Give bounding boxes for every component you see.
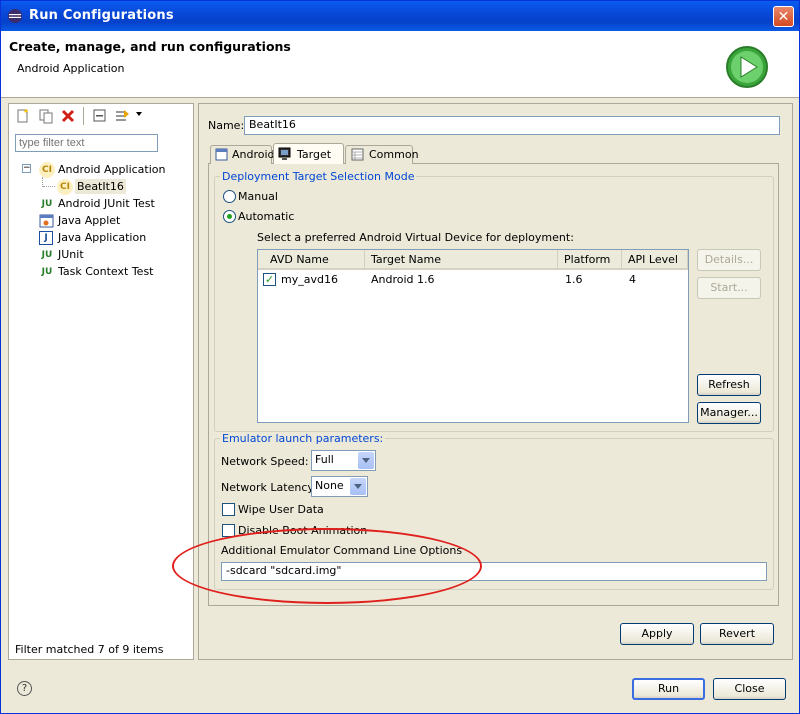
disable-boot-animation-label: Disable Boot Animation [238,524,368,537]
filter-input[interactable] [15,134,158,152]
name-label: Name: [208,119,245,132]
chevron-down-icon [350,478,366,495]
name-field[interactable]: BeatIt16 [244,116,780,135]
manager-button[interactable]: Manager... [697,402,761,424]
tree-item-label: Android JUnit Test [58,197,155,210]
column-header-avd-name[interactable]: AVD Name [258,250,365,270]
column-header-api-level[interactable]: API Level [622,250,688,270]
common-tab-icon [351,148,364,161]
network-speed-label: Network Speed: [221,455,309,468]
java-applet-icon [39,214,54,228]
filter-icon[interactable] [115,108,131,124]
revert-button[interactable]: Revert [700,623,774,645]
tree-item-label: Java Application [58,231,147,244]
platform-cell: 1.6 [565,273,583,286]
filter-status: Filter matched 7 of 9 items [15,643,164,656]
emulator-group-label: Emulator launch parameters: [220,432,386,445]
target-tab-icon [278,147,291,160]
android-tab-icon [215,148,228,161]
help-icon[interactable]: ? [17,681,32,696]
refresh-button[interactable]: Refresh [697,374,761,396]
tab-label: Target [297,148,332,161]
wipe-user-data-label: Wipe User Data [238,503,324,516]
details-button[interactable]: Details... [697,249,761,271]
tree-line [43,186,55,188]
avd-row-checkbox[interactable]: ✓ [263,273,276,286]
column-header-target-name[interactable]: Target Name [365,250,558,270]
avd-name-cell: my_avd16 [281,273,338,286]
filter-dropdown-icon[interactable] [136,112,142,116]
manual-radio[interactable] [223,190,236,203]
tree-item-label: Task Context Test [58,265,154,278]
network-latency-select[interactable]: None [311,476,368,497]
eclipse-icon [8,9,22,23]
network-latency-label: Network Latency: [221,481,317,494]
column-header-platform[interactable]: Platform [558,250,622,270]
delete-icon[interactable] [60,108,76,124]
tab-android[interactable]: Android [210,145,275,164]
tree-collapse-toggle[interactable]: − [22,164,31,173]
tab-label: Common [369,148,419,161]
duplicate-icon[interactable] [38,108,54,124]
target-name-cell: Android 1.6 [371,273,435,286]
api-level-cell: 4 [629,273,636,286]
junit-icon: JU [41,199,53,209]
tree-item-label: Android Application [58,163,166,176]
deployment-group-label: Deployment Target Selection Mode [220,170,417,183]
java-application-icon: J [39,231,53,245]
tree-item-label: JUnit [58,248,84,261]
junit-icon: JU [41,267,53,277]
network-speed-select[interactable]: Full [311,450,376,471]
apply-button[interactable]: Apply [620,623,694,645]
avd-table: AVD Name Target Name Platform API Level … [257,249,689,423]
tab-common[interactable]: Common [345,145,419,164]
toolbar-separator [83,107,84,125]
tree-item-label: Java Applet [58,214,121,227]
automatic-label: Automatic [238,210,295,223]
automatic-radio[interactable] [223,210,236,223]
manual-label: Manual [238,190,278,203]
android-config-icon: CI [39,162,55,178]
run-button[interactable]: Run [632,678,705,700]
disable-boot-animation-checkbox[interactable] [222,524,235,537]
dialog-header: Create, manage, and run configurations A… [1,31,799,98]
command-line-options-label: Additional Emulator Command Line Options [221,544,463,557]
command-line-options-field[interactable]: -sdcard "sdcard.img" [221,562,767,581]
tab-label: Android [232,148,275,161]
window-title: Run Configurations [29,8,174,23]
collapse-all-icon[interactable] [92,108,108,124]
wipe-user-data-checkbox[interactable] [222,503,235,516]
select-avd-label: Select a preferred Android Virtual Devic… [257,231,574,244]
start-button[interactable]: Start... [697,277,761,299]
header-title: Create, manage, and run configurations [9,39,291,54]
network-speed-value: Full [315,453,334,466]
close-button[interactable]: Close [713,678,786,700]
android-config-icon: CI [57,179,73,195]
junit-icon: JU [41,250,53,260]
network-latency-value: None [315,479,344,492]
title-bar: Run Configurations ✕ [1,1,799,31]
run-large-icon [726,46,768,88]
close-window-button[interactable]: ✕ [773,6,794,27]
new-configuration-icon[interactable] [15,108,31,124]
chevron-down-icon [358,452,374,469]
tree-item-label-selected: BeatIt16 [75,179,126,194]
run-configurations-dialog: Run Configurations ✕ Create, manage, and… [0,0,800,714]
tab-target[interactable]: Target [273,143,344,164]
header-subtitle: Android Application [17,62,125,75]
